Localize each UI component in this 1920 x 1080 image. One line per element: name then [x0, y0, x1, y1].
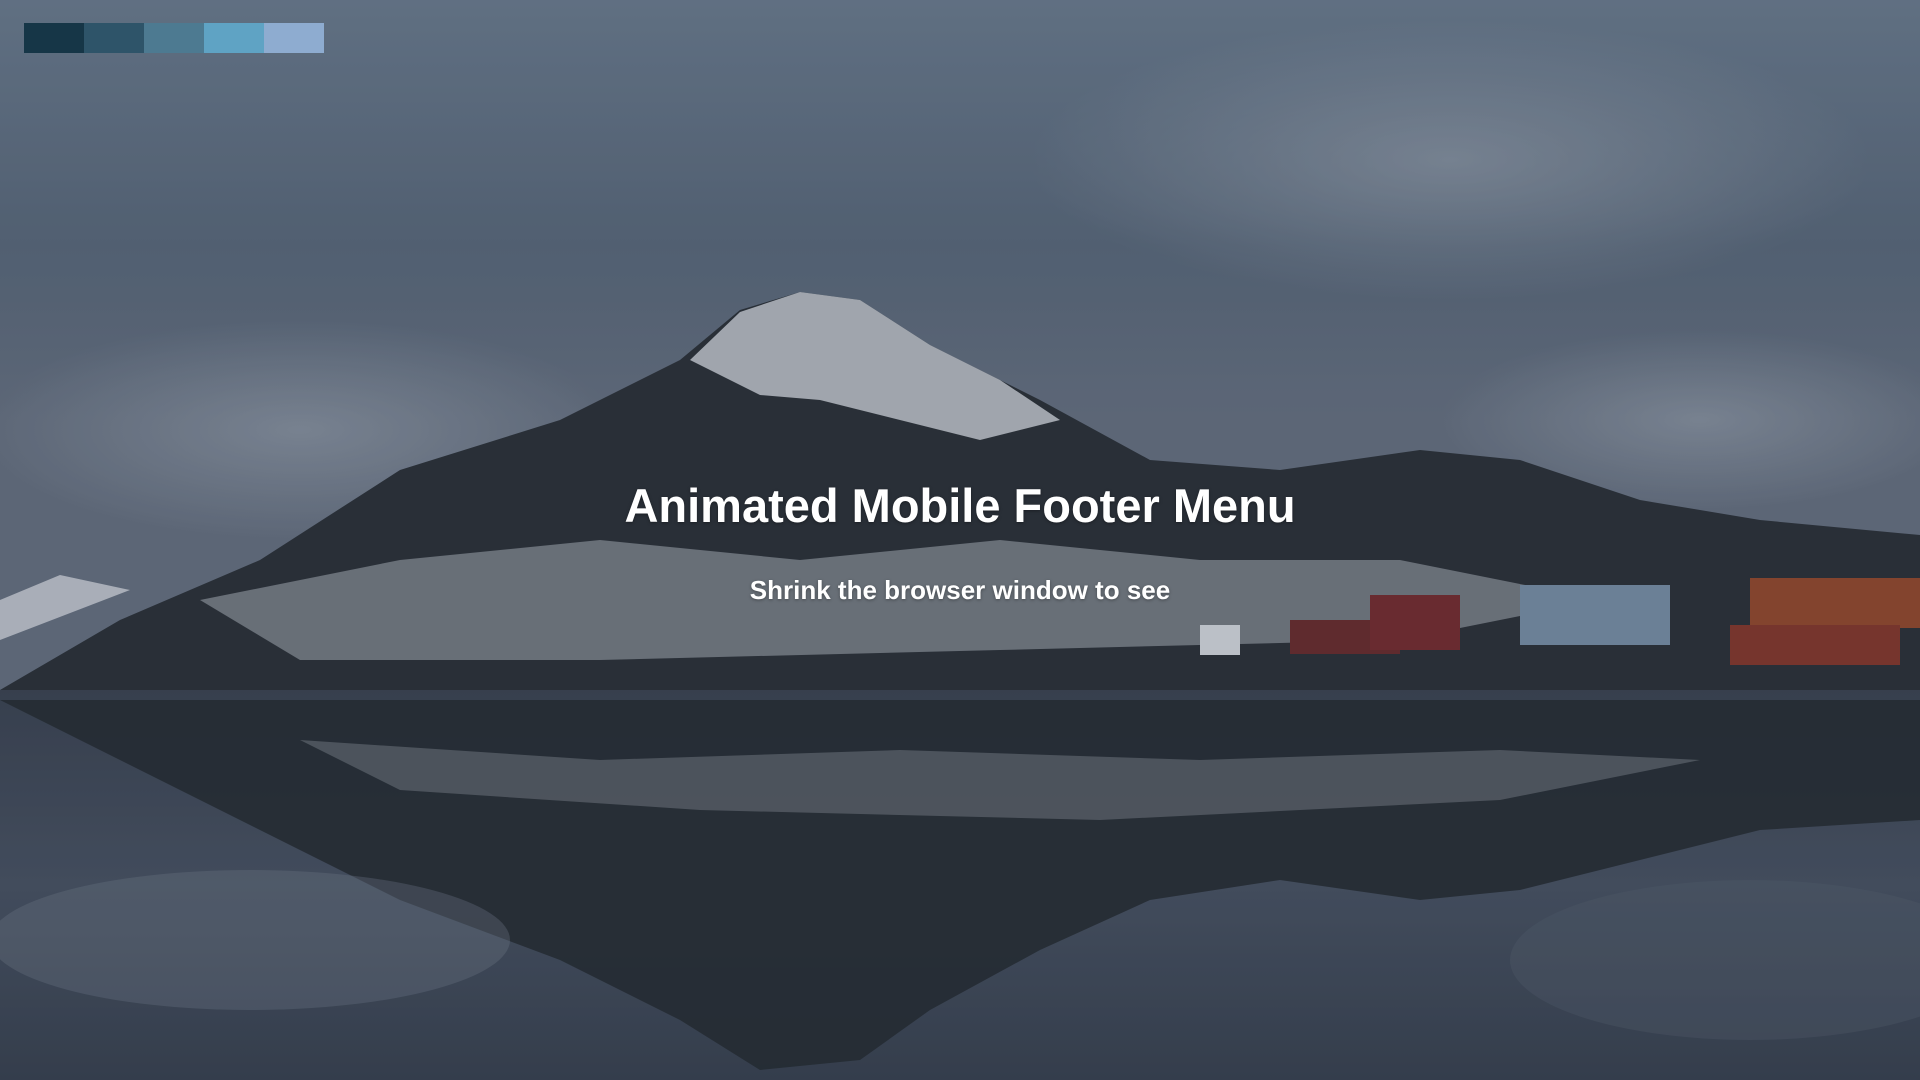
page-title: Animated Mobile Footer Menu — [624, 479, 1296, 532]
background-photo — [0, 0, 1920, 1080]
color-swatch — [144, 23, 204, 53]
page-subtitle: Shrink the browser window to see — [749, 575, 1171, 605]
color-swatch — [204, 23, 264, 53]
color-swatch — [84, 23, 144, 53]
page: Animated Mobile Footer Menu Shrink the b… — [0, 0, 1920, 1080]
color-swatch — [24, 23, 84, 53]
color-palette — [24, 23, 324, 53]
color-swatch — [264, 23, 324, 53]
